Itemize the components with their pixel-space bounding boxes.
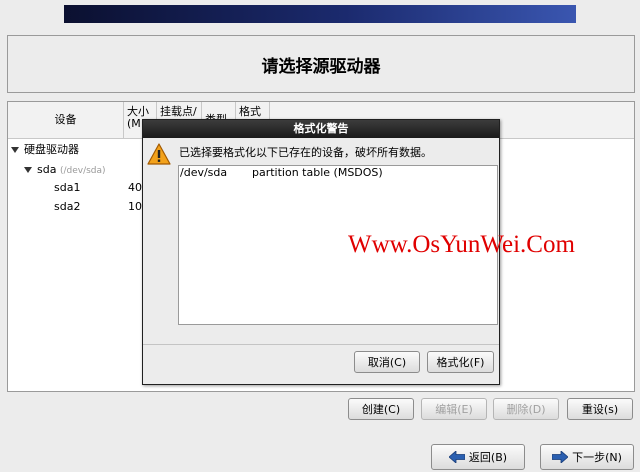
device-name: /dev/sda [180,166,228,179]
top-banner [64,5,576,23]
tree-row-sda2[interactable]: sda2 [54,198,80,216]
tree-row-sda1[interactable]: sda1 [54,179,80,197]
tree-row-label: sda1 [54,181,81,194]
page-title: 请选择源驱动器 [261,56,381,77]
tree-row-label: sda [37,163,57,176]
watermark-text: Www.OsYunWei.Com [348,231,575,258]
edit-button[interactable]: 编辑(E) [421,398,487,420]
create-button[interactable]: 创建(C) [348,398,414,420]
tree-row-sda[interactable]: sda (/dev/sda) [24,161,106,179]
back-button-label: 返回(B) [468,451,508,464]
reset-button[interactable]: 重设(s) [567,398,633,420]
warning-triangle-icon [147,143,171,165]
next-button[interactable]: 下一步(N) [540,444,634,470]
arrow-right-icon [552,451,569,463]
tree-row-label: 硬盘驱动器 [24,143,79,156]
dialog-separator [143,344,499,345]
cancel-button[interactable]: 取消(C) [354,351,420,373]
tree-row-sublabel: (/dev/sda) [59,166,106,176]
tree-row-harddrives[interactable]: 硬盘驱动器 [11,141,79,159]
back-button[interactable]: 返回(B) [431,444,525,470]
column-device[interactable]: 设备 [8,102,124,138]
dialog-title: 格式化警告 [143,120,499,138]
format-button[interactable]: 格式化(F) [427,351,494,373]
expander-icon[interactable] [24,167,32,173]
tree-row-label: sda2 [54,200,81,213]
dialog-message: 已选择要格式化以下已存在的设备，破坏所有数据。 [179,146,432,159]
page-header: 请选择源驱动器 [7,35,635,93]
device-description: partition table (MSDOS) [252,166,383,179]
arrow-left-icon [448,451,465,463]
next-button-label: 下一步(N) [572,451,622,464]
expander-icon[interactable] [11,147,19,153]
delete-button[interactable]: 删除(D) [493,398,559,420]
